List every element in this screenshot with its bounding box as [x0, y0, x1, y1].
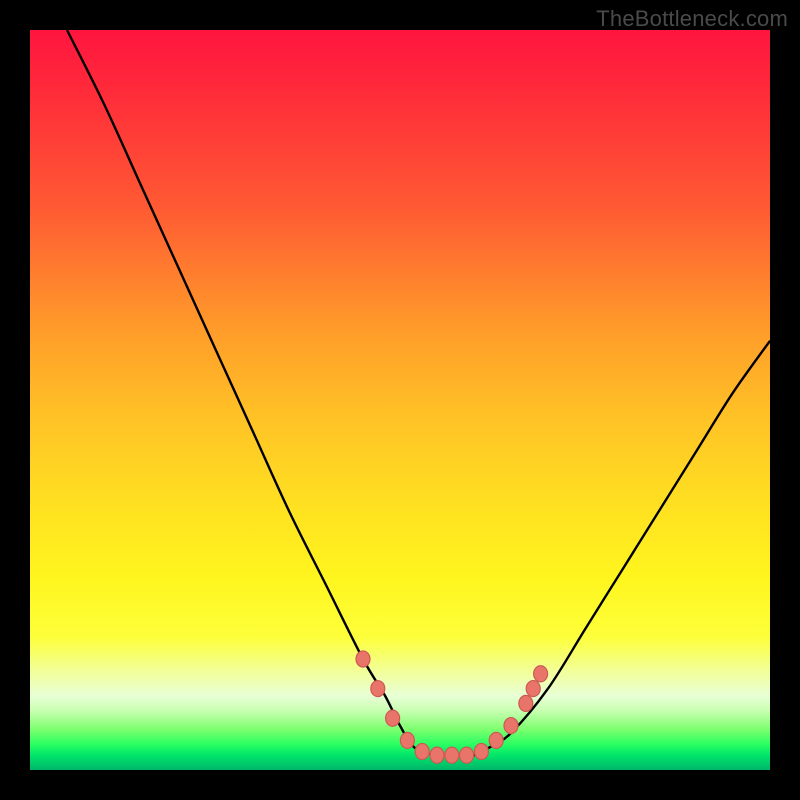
curve-marker: [371, 681, 385, 697]
curve-marker: [534, 666, 548, 682]
curve-layer: [30, 30, 770, 770]
plot-area: [30, 30, 770, 770]
curve-markers: [356, 651, 548, 763]
curve-marker: [356, 651, 370, 667]
curve-marker: [430, 747, 444, 763]
curve-marker: [489, 732, 503, 748]
curve-marker: [526, 681, 540, 697]
chart-frame: TheBottleneck.com: [0, 0, 800, 800]
curve-marker: [400, 732, 414, 748]
curve-marker: [519, 695, 533, 711]
curve-marker: [386, 710, 400, 726]
curve-marker: [474, 743, 488, 759]
bottleneck-curve: [67, 30, 770, 756]
curve-marker: [415, 743, 429, 759]
curve-marker: [504, 718, 518, 734]
watermark-text: TheBottleneck.com: [596, 6, 788, 32]
curve-marker: [460, 747, 474, 763]
curve-marker: [445, 747, 459, 763]
